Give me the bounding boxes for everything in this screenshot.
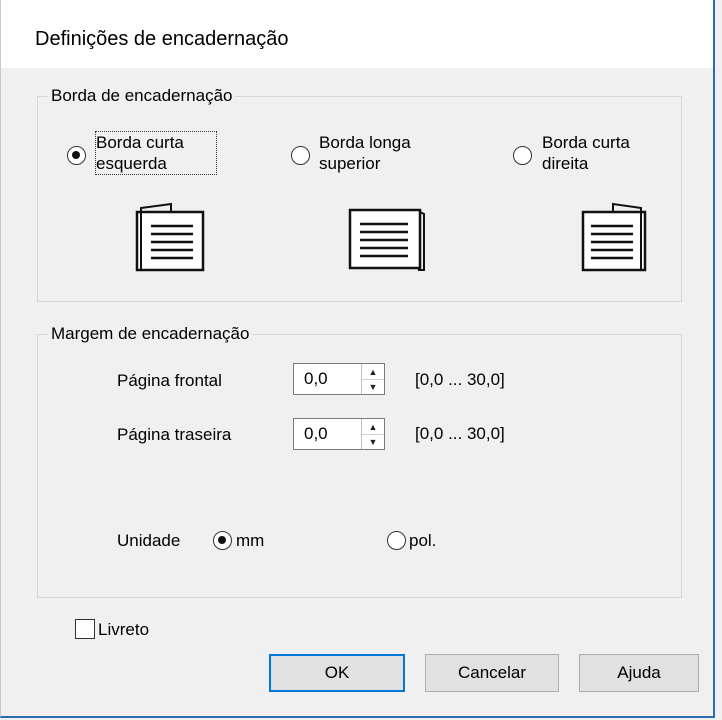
front-page-stepper[interactable]: 0,0 ▲ ▼ [293, 363, 385, 395]
help-button[interactable]: Ajuda [579, 654, 699, 692]
back-page-value[interactable]: 0,0 [304, 424, 328, 444]
back-page-stepper[interactable]: 0,0 ▲ ▼ [293, 418, 385, 450]
front-page-increment-icon[interactable]: ▲ [362, 364, 384, 380]
unit-label: Unidade [117, 531, 181, 550]
front-page-value[interactable]: 0,0 [304, 369, 328, 389]
radio-unit-mm[interactable] [213, 531, 232, 550]
radio-unit-mm-label[interactable]: mm [236, 530, 264, 551]
radio-long-top[interactable] [291, 146, 310, 165]
dialog-title: Definições de encadernação [35, 28, 289, 50]
front-page-decrement-icon[interactable]: ▼ [362, 379, 384, 394]
radio-short-right[interactable] [513, 146, 532, 165]
binding-settings-dialog: Definições de encadernação Borda de enca… [0, 0, 715, 718]
radio-short-left-label[interactable]: Borda curta esquerda [95, 131, 217, 175]
radio-unit-inch-label[interactable]: pol. [409, 530, 436, 551]
cancel-button[interactable]: Cancelar [425, 654, 559, 692]
booklet-label[interactable]: Livreto [98, 619, 149, 640]
booklet-checkbox[interactable] [75, 619, 95, 639]
radio-unit-inch[interactable] [387, 531, 406, 550]
back-page-range: [0,0 ... 30,0] [415, 424, 505, 443]
back-page-label: Página traseira [117, 425, 232, 444]
binding-margin-group-label: Margem de encadernação [48, 324, 253, 344]
back-page-decrement-icon[interactable]: ▼ [362, 434, 384, 449]
front-page-range: [0,0 ... 30,0] [415, 370, 505, 389]
back-page-increment-icon[interactable]: ▲ [362, 419, 384, 435]
front-page-label: Página frontal [117, 371, 222, 390]
front-page-stepper-buttons: ▲ ▼ [361, 364, 384, 394]
binding-edge-group-label: Borda de encadernação [48, 86, 236, 106]
title-bar: Definições de encadernação [1, 0, 713, 68]
radio-short-right-label[interactable]: Borda curta direita [542, 132, 630, 174]
radio-short-left[interactable] [67, 146, 86, 165]
right-binding-page-icon [581, 202, 647, 272]
ok-button[interactable]: OK [269, 654, 405, 692]
radio-long-top-label[interactable]: Borda longa superior [319, 132, 411, 174]
top-binding-page-icon [348, 208, 425, 271]
back-page-stepper-buttons: ▲ ▼ [361, 419, 384, 449]
left-binding-page-icon [135, 202, 205, 272]
